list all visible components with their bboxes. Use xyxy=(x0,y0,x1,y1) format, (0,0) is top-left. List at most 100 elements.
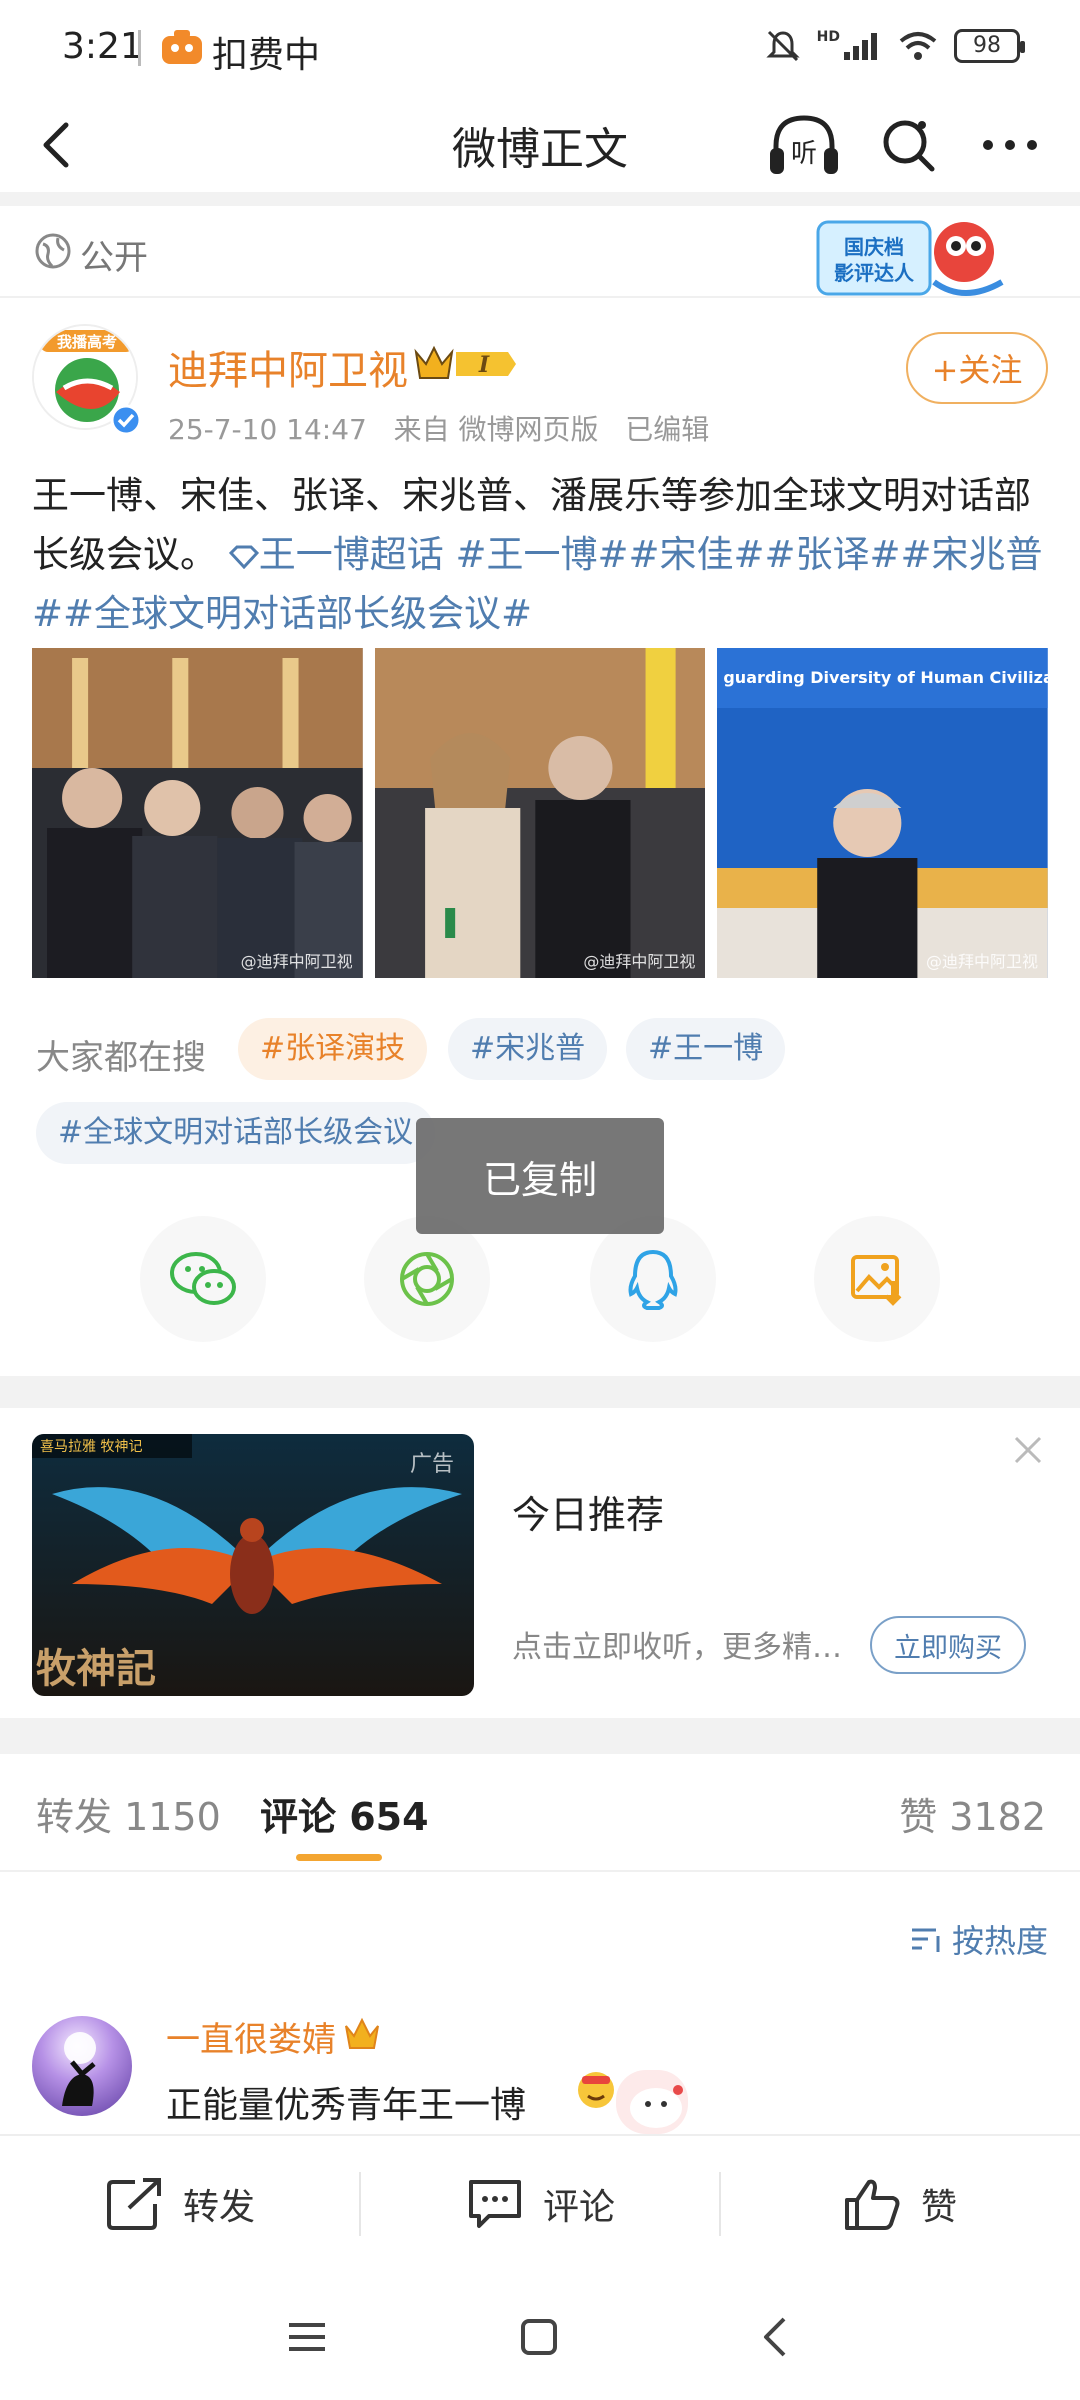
save-image-icon xyxy=(851,1255,902,1306)
back-triangle-icon xyxy=(764,2317,786,2357)
photo-1-image xyxy=(32,648,363,978)
signal-icon xyxy=(844,33,877,60)
photo-watermark: @迪拜中阿卫视 xyxy=(583,952,696,971)
repost-button[interactable]: 转发 xyxy=(0,2136,360,2272)
repost-icon xyxy=(106,2178,161,2230)
photo-watermark: @迪拜中阿卫视 xyxy=(240,952,353,971)
photo-2[interactable]: @迪拜中阿卫视 xyxy=(374,648,706,978)
event-badge[interactable]: 国庆档 影评达人 xyxy=(814,212,1014,302)
vip-badge-icon: I xyxy=(414,345,516,379)
more-dots-icon xyxy=(983,140,1037,150)
search-button[interactable] xyxy=(868,105,948,185)
super-topic-label: 王一博超话 xyxy=(258,533,444,576)
share-wechat-button[interactable] xyxy=(140,1216,266,1342)
svg-text:牧神記: 牧神記 xyxy=(36,1645,156,1692)
svg-text:我播高考: 我播高考 xyxy=(57,333,117,351)
share-row xyxy=(0,1216,1080,1346)
battery-icon: 98 xyxy=(954,29,1025,63)
verified-icon xyxy=(110,404,142,436)
hot-search-chip[interactable]: #宋兆普 xyxy=(448,1018,608,1080)
section-divider xyxy=(0,1718,1080,1754)
ad-tag: 广告 xyxy=(409,1452,454,1477)
sort-icon xyxy=(911,1928,940,1952)
crown-icon xyxy=(345,2017,379,2049)
menu-icon xyxy=(289,2323,325,2351)
tab-repost[interactable]: 转发 1150 xyxy=(36,1786,221,1841)
mute-icon xyxy=(766,30,800,62)
hot-search-chip[interactable]: #王一博 xyxy=(626,1018,786,1080)
hot-search-chip[interactable]: #全球文明对话部长级会议 xyxy=(36,1102,436,1164)
tab-like[interactable]: 赞 3182 xyxy=(899,1786,1046,1841)
ad-image[interactable]: 喜马拉雅 牧神记 牧神記 广告 xyxy=(32,1434,474,1696)
ad-card[interactable]: 喜马拉雅 牧神记 牧神記 广告 今日推荐 点击立即收听，更多精彩内容 立即购买 xyxy=(0,1408,1080,1718)
system-back-button[interactable] xyxy=(740,2302,810,2372)
system-home-button[interactable] xyxy=(504,2302,574,2372)
svg-text:听: 听 xyxy=(791,139,817,169)
close-icon[interactable] xyxy=(1012,1434,1044,1466)
photo-watermark: @迪拜中阿卫视 xyxy=(926,952,1039,971)
ad-description: 点击立即收听，更多精彩内容 xyxy=(512,1630,860,1665)
comment-icon xyxy=(468,2180,521,2228)
commenter-avatar-image xyxy=(62,2032,96,2106)
comment-item[interactable]: 一直很娄婧 正能量优秀青年王一博 xyxy=(0,2004,1080,2134)
photo-3-image xyxy=(717,648,1049,978)
author-row: 我播高考 迪拜中阿卫视 I 25-7-10 14:47 来自 微博网页版 已编辑… xyxy=(0,300,1080,460)
visibility-label: 公开 xyxy=(80,238,148,278)
super-topic-link[interactable]: 王一博超话 xyxy=(228,533,444,576)
status-icons: HD 98 xyxy=(765,28,1025,64)
app-notification-icon xyxy=(162,30,202,64)
commenter-avatar[interactable] xyxy=(32,2016,132,2116)
sticker-icon xyxy=(616,2070,688,2134)
author-name[interactable]: 迪拜中阿卫视 xyxy=(168,338,408,396)
post-edited-label[interactable]: 已编辑 xyxy=(625,413,709,446)
status-separator xyxy=(138,30,141,66)
moments-icon xyxy=(400,1252,454,1306)
event-badge-image: 国庆档 影评达人 xyxy=(816,220,1004,296)
tab-indicator xyxy=(296,1854,382,1861)
photo-3[interactable]: guarding Diversity of Human Civilization… xyxy=(717,648,1049,978)
qq-icon xyxy=(628,1249,678,1310)
share-moments-button[interactable] xyxy=(364,1216,490,1342)
ad-buy-button[interactable]: 立即购买 xyxy=(870,1616,1026,1674)
comment-button[interactable]: 评论 xyxy=(360,2136,720,2272)
system-menu-button[interactable] xyxy=(272,2302,342,2372)
comment-text: 正能量优秀青年王一博 xyxy=(166,2085,527,2126)
svg-text:国庆档: 国庆档 xyxy=(844,235,904,259)
post-source: 来自 微博网页版 xyxy=(393,413,599,446)
network-type-label: HD xyxy=(816,29,840,45)
ad-image-art: 喜马拉雅 牧神记 牧神記 xyxy=(32,1434,474,1696)
sort-toggle[interactable]: 按热度 xyxy=(910,1916,1048,1962)
bottom-action-bar: 转发 评论 赞 xyxy=(0,2134,1080,2270)
headphones-icon: 听 xyxy=(770,115,838,174)
share-qq-button[interactable] xyxy=(590,1216,716,1342)
tab-comment[interactable]: 评论 654 xyxy=(260,1786,429,1841)
system-nav-bar xyxy=(0,2270,1080,2400)
wifi-icon xyxy=(899,32,937,60)
more-button[interactable] xyxy=(970,105,1050,185)
section-gap xyxy=(0,192,1080,206)
post-body: 王一博、宋佳、张译、宋兆普、潘展乐等参加全球文明对话部长级会议。 王一博超话 #… xyxy=(32,466,1052,643)
sort-label: 按热度 xyxy=(951,1922,1048,1960)
status-app-label: 扣费中 xyxy=(212,35,321,76)
copied-toast: 已复制 xyxy=(416,1118,664,1234)
svg-text:I: I xyxy=(478,352,490,378)
top-nav: 微博正文 听 xyxy=(0,95,1080,195)
globe-icon xyxy=(35,233,71,269)
wechat-icon xyxy=(170,1252,236,1305)
repost-label: 转发 xyxy=(182,2187,255,2228)
status-time: 3:21 xyxy=(62,26,143,67)
like-button[interactable]: 赞 xyxy=(720,2136,1080,2272)
hot-search-label: 大家都在搜 xyxy=(36,1038,206,1078)
listen-button[interactable]: 听 xyxy=(764,105,844,185)
thumbs-up-icon xyxy=(844,2179,900,2230)
commenter-name[interactable]: 一直很娄婧 xyxy=(166,2012,336,2061)
home-square-icon xyxy=(521,2319,557,2355)
section-divider xyxy=(0,1376,1080,1408)
hot-search-chip[interactable]: #张译演技 xyxy=(238,1018,428,1080)
follow-button[interactable]: +关注 xyxy=(906,332,1048,404)
comment-label: 评论 xyxy=(542,2187,615,2228)
photo-1[interactable]: @迪拜中阿卫视 xyxy=(32,648,363,978)
search-icon xyxy=(883,120,935,172)
photo-2-image xyxy=(374,648,706,978)
save-image-button[interactable] xyxy=(814,1216,940,1342)
